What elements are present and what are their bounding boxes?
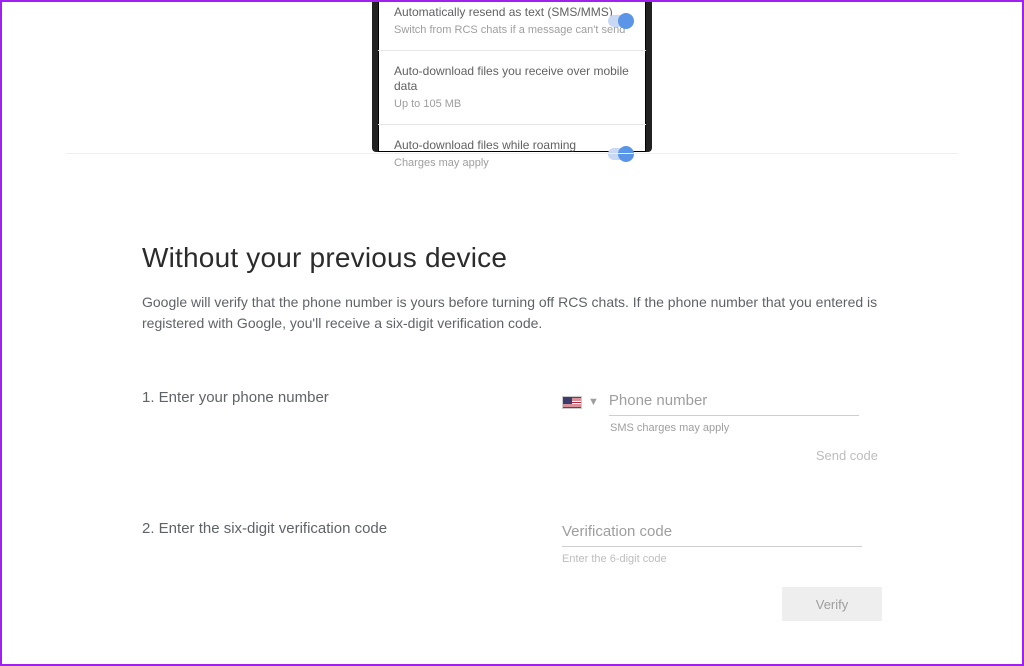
settings-row-subtitle: Up to 105 MB bbox=[394, 97, 630, 111]
sms-hint: SMS charges may apply bbox=[610, 422, 882, 434]
toggle-switch[interactable] bbox=[608, 15, 632, 27]
section-heading: Without your previous device bbox=[142, 242, 882, 274]
settings-row[interactable]: Automatically resend as text (SMS/MMS) S… bbox=[378, 0, 646, 51]
divider bbox=[66, 153, 958, 154]
verify-button[interactable]: Verify bbox=[782, 587, 882, 621]
phone-number-input[interactable] bbox=[609, 388, 859, 416]
settings-row-subtitle: Switch from RCS chats if a message can't… bbox=[394, 23, 630, 37]
country-flag-icon[interactable] bbox=[562, 396, 582, 409]
chevron-down-icon[interactable]: ▼ bbox=[588, 396, 599, 408]
settings-row[interactable]: Auto-download files you receive over mob… bbox=[378, 51, 646, 125]
settings-row[interactable]: Auto-download files while roaming Charge… bbox=[378, 125, 646, 183]
verification-code-input[interactable] bbox=[562, 519, 862, 547]
step1-label: 1. Enter your phone number bbox=[142, 388, 562, 406]
send-code-button[interactable]: Send code bbox=[582, 448, 882, 463]
settings-row-title: Auto-download files you receive over mob… bbox=[394, 64, 630, 95]
phone-mockup: Automatically resend as text (SMS/MMS) S… bbox=[366, 0, 658, 152]
settings-row-title: Auto-download files while roaming bbox=[394, 138, 630, 154]
settings-row-title: Automatically resend as text (SMS/MMS) bbox=[394, 5, 630, 21]
code-hint: Enter the 6-digit code bbox=[562, 553, 882, 565]
step2-label: 2. Enter the six-digit verification code bbox=[142, 519, 562, 537]
settings-row-subtitle: Charges may apply bbox=[394, 156, 630, 170]
toggle-switch[interactable] bbox=[608, 148, 632, 160]
section-description: Google will verify that the phone number… bbox=[142, 292, 882, 334]
